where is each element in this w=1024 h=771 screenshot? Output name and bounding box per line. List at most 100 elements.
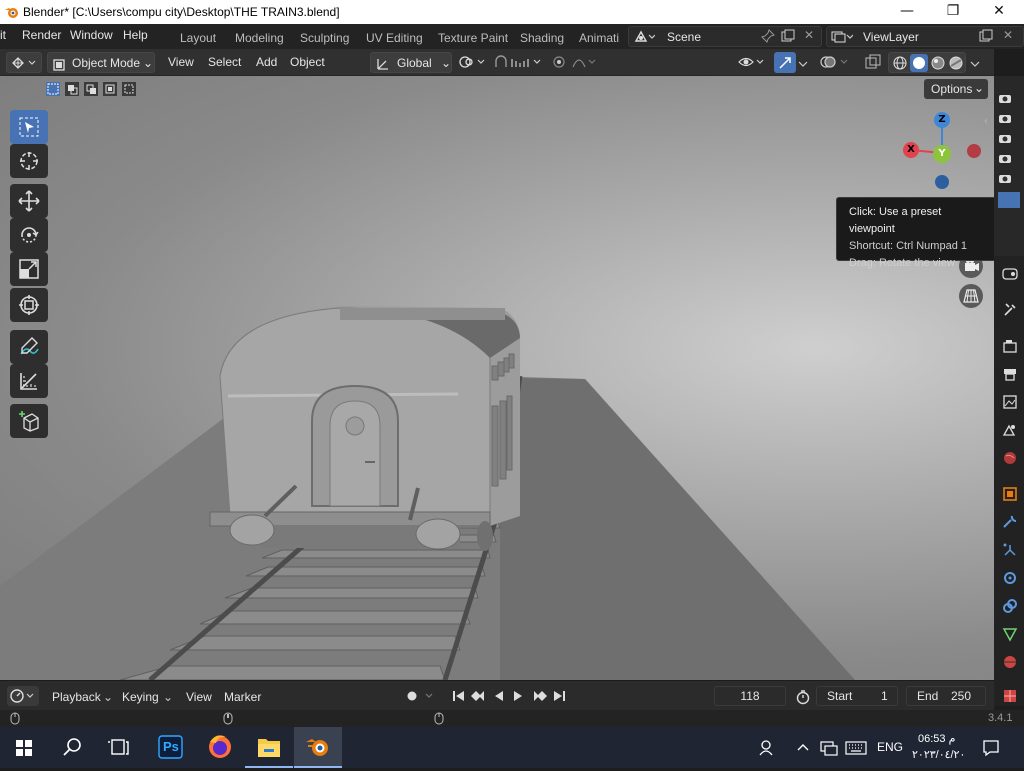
editor-type-button[interactable]: [6, 52, 42, 73]
camera-render-icon[interactable]: [998, 152, 1012, 167]
minimize-button[interactable]: —: [884, 0, 930, 24]
photoshop-taskbar-button[interactable]: Ps: [146, 727, 194, 768]
menu-render[interactable]: Render: [22, 28, 61, 42]
object-properties-icon[interactable]: [1002, 486, 1018, 505]
chevron-down-icon[interactable]: [970, 55, 980, 76]
stopwatch-icon[interactable]: [795, 689, 811, 708]
menu-view[interactable]: View: [168, 52, 194, 73]
menu-window[interactable]: Window: [70, 28, 113, 42]
tab-sculpting[interactable]: Sculpting: [300, 27, 349, 48]
show-hidden-icons-icon[interactable]: [796, 740, 810, 757]
tab-layout[interactable]: Layout: [180, 27, 216, 48]
gizmo-y-axis[interactable]: Y: [933, 145, 951, 163]
pin-icon[interactable]: [761, 29, 775, 46]
windows-start-button[interactable]: [0, 727, 48, 768]
menu-select[interactable]: Select: [208, 52, 241, 73]
timeline-editor-type-button[interactable]: [7, 686, 39, 706]
visibility-icon[interactable]: [738, 55, 768, 76]
camera-render-icon[interactable]: [998, 132, 1012, 147]
measure-tool[interactable]: [10, 364, 48, 398]
overlays-icon[interactable]: [820, 54, 852, 75]
chevron-down-icon[interactable]: [798, 55, 808, 76]
next-keyframe-icon[interactable]: [530, 690, 548, 705]
scale-tool[interactable]: [10, 252, 48, 286]
xray-icon[interactable]: [865, 54, 881, 75]
delete-viewlayer-icon[interactable]: ✕: [1003, 28, 1013, 42]
jump-to-start-icon[interactable]: [452, 690, 466, 705]
material-properties-icon[interactable]: [1002, 654, 1018, 673]
modifier-properties-icon[interactable]: [1002, 514, 1018, 533]
render-properties-icon[interactable]: [1002, 338, 1018, 357]
new-scene-icon[interactable]: [781, 29, 795, 46]
perspective-toggle-button[interactable]: [959, 284, 983, 308]
start-frame-field[interactable]: Start 1: [816, 686, 898, 706]
snap-icon[interactable]: [494, 55, 544, 76]
rotate-tool[interactable]: [10, 218, 48, 252]
clock-time[interactable]: 06:53 م: [918, 732, 955, 745]
menu-object[interactable]: Object: [290, 52, 325, 73]
tab-uv-editing[interactable]: UV Editing: [366, 27, 423, 48]
blender-taskbar-button[interactable]: [294, 727, 342, 768]
marker-menu[interactable]: Marker: [224, 690, 261, 704]
mode-selector[interactable]: Object Mode ⌄: [47, 52, 155, 73]
3d-viewport[interactable]: Options ⌄ Z X Y ‹: [0, 76, 994, 680]
solid-shading-button[interactable]: [910, 54, 928, 72]
network-icon[interactable]: [820, 740, 838, 759]
wireframe-shading-icon[interactable]: [892, 55, 908, 78]
previous-keyframe-icon[interactable]: [470, 690, 488, 705]
particle-properties-icon[interactable]: [1002, 542, 1018, 561]
data-properties-icon[interactable]: [1002, 626, 1018, 645]
constraint-properties-icon[interactable]: [1002, 598, 1018, 617]
clock-date[interactable]: ٢٠٢٣/٠٤/٢٠: [912, 748, 965, 761]
tool-properties-icon[interactable]: [1002, 266, 1018, 285]
gizmo-x-axis[interactable]: X: [903, 142, 919, 158]
viewlayer-selector[interactable]: ViewLayer ✕: [826, 26, 1024, 47]
pivot-point-icon[interactable]: [458, 55, 488, 76]
timeline-view-menu[interactable]: View: [186, 690, 212, 704]
jump-to-end-icon[interactable]: [552, 690, 566, 705]
search-button[interactable]: [48, 727, 96, 768]
tool-settings-icon[interactable]: [1002, 302, 1018, 321]
people-icon[interactable]: [758, 739, 776, 760]
tab-animation[interactable]: Animati: [579, 27, 619, 48]
menu-help[interactable]: Help: [123, 28, 148, 42]
view-layer-properties-icon[interactable]: [1002, 394, 1018, 413]
proportional-editing-icon[interactable]: [551, 55, 599, 76]
camera-render-icon[interactable]: [998, 172, 1012, 187]
tab-texture-paint[interactable]: Texture Paint: [438, 27, 508, 48]
end-frame-field[interactable]: End 250: [906, 686, 986, 706]
task-view-button[interactable]: [96, 727, 144, 768]
select-box-tool[interactable]: [10, 110, 48, 144]
cursor-tool[interactable]: [10, 144, 48, 178]
file-explorer-taskbar-button[interactable]: [245, 727, 293, 768]
record-keyframe-icon[interactable]: [406, 690, 436, 705]
language-indicator[interactable]: ENG: [877, 740, 903, 754]
transform-orientation-selector[interactable]: Global ⌄: [370, 52, 452, 73]
keyboard-icon[interactable]: [845, 741, 867, 758]
gizmo-toggle-button[interactable]: [774, 52, 796, 73]
gizmo-z-axis[interactable]: Z: [934, 112, 950, 128]
menu-add[interactable]: Add: [256, 52, 277, 73]
new-viewlayer-icon[interactable]: [979, 29, 993, 46]
move-tool[interactable]: [10, 184, 48, 218]
play-reverse-icon[interactable]: [493, 690, 505, 705]
options-dropdown[interactable]: Options ⌄: [924, 79, 988, 99]
texture-properties-icon[interactable]: [1002, 688, 1018, 707]
play-icon[interactable]: [512, 690, 524, 705]
tab-shading[interactable]: Shading: [520, 27, 564, 48]
camera-render-icon[interactable]: [998, 112, 1012, 127]
transform-tool[interactable]: [10, 288, 48, 322]
maximize-button[interactable]: ❐: [930, 0, 976, 24]
scene-properties-icon[interactable]: [1002, 422, 1018, 441]
tab-modeling[interactable]: Modeling: [235, 27, 284, 48]
camera-render-icon[interactable]: [998, 92, 1012, 107]
menu-edit[interactable]: it: [0, 28, 6, 42]
material-shading-icon[interactable]: [930, 55, 946, 78]
delete-scene-icon[interactable]: ✕: [804, 28, 814, 42]
annotate-tool[interactable]: [10, 330, 48, 364]
playback-menu[interactable]: Playback: [52, 690, 101, 704]
output-properties-icon[interactable]: [1002, 366, 1018, 385]
close-button[interactable]: ✕: [976, 0, 1022, 24]
world-properties-icon[interactable]: [1002, 450, 1018, 469]
scene-selector[interactable]: Scene ✕: [628, 26, 822, 47]
